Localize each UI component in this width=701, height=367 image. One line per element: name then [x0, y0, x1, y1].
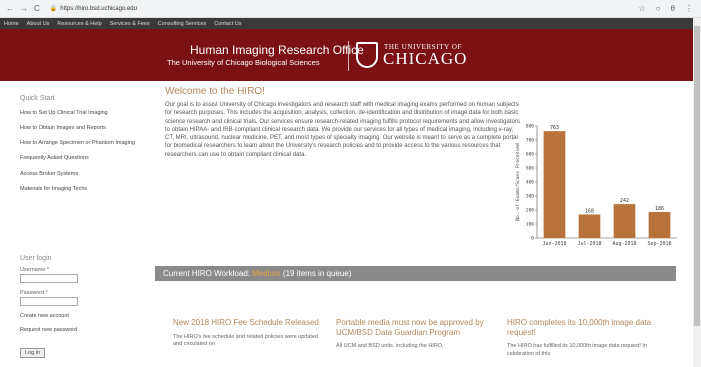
page-scrollbar[interactable]	[693, 18, 701, 367]
address-bar[interactable]: 🔒 https://hiro.bsd.uchicago.edu	[49, 5, 137, 13]
scrollbar-thumb[interactable]	[694, 26, 700, 326]
account-icon[interactable]: θ	[671, 4, 675, 13]
news-item: Portable media must now be approved by U…	[336, 318, 486, 351]
x-tick-label: Jul-2018	[577, 241, 601, 247]
extension-icon[interactable]: ○	[656, 4, 661, 13]
y-tick-label: 200	[526, 208, 535, 214]
bar-value-label: 168	[585, 208, 594, 214]
nav-resources-help[interactable]: Resources & Help	[57, 21, 101, 27]
reload-icon[interactable]: C	[34, 4, 40, 13]
bar-value-label: 242	[620, 198, 629, 204]
lock-icon: 🔒	[49, 6, 58, 12]
y-tick-label: 0	[531, 236, 534, 242]
forward-icon[interactable]: →	[20, 4, 28, 13]
workload-level: Medium	[252, 269, 281, 278]
x-tick-label: Sep-2018	[647, 241, 671, 247]
site-banner: Human Imaging Research Office The Univer…	[0, 29, 701, 81]
sidebar-link-imaging-techs[interactable]: Materials for Imaging Techs	[20, 186, 150, 193]
sidebar-link-access-broker[interactable]: Access Broker Systems	[20, 171, 150, 178]
y-tick-label: 500	[526, 166, 535, 172]
y-tick-label: 700	[526, 138, 535, 144]
menu-icon[interactable]: ⋮	[685, 4, 693, 13]
url-text[interactable]: https://hiro.bsd.uchicago.edu	[60, 6, 137, 12]
y-tick-label: 300	[526, 194, 535, 200]
y-tick-label: 100	[526, 222, 535, 228]
y-tick-label: 600	[526, 152, 535, 158]
news-body: The HIRO has fulfilled its 10,000th imag…	[507, 343, 648, 357]
workload-queue: (19 items in queue)	[282, 269, 352, 278]
username-field[interactable]	[20, 274, 78, 283]
login-button[interactable]: Log in	[20, 348, 45, 358]
sidebar-link-clinical-trial[interactable]: How to Set Up Clinical Trial Imaging	[20, 110, 150, 117]
nav-home[interactable]: Home	[4, 21, 19, 27]
login-heading: User login	[20, 255, 52, 262]
nav-about-us[interactable]: About Us	[27, 21, 50, 27]
welcome-heading: Welcome to the HIRO!	[165, 86, 265, 97]
sidebar-link-specimen-imaging[interactable]: How to Arrange Specimen or Phantom Imagi…	[20, 140, 150, 147]
x-tick-label: Aug-2018	[612, 241, 636, 247]
workload-prefix: Current HIRO Workload:	[163, 269, 250, 278]
intro-paragraph: Our goal is to assist University of Chic…	[165, 102, 520, 158]
sidebar-link-obtain-images[interactable]: How to Obtain Images and Reports	[20, 125, 150, 132]
workload-bar: Current HIRO Workload: Medium (19 items …	[155, 266, 676, 281]
bar-value-label: 763	[550, 125, 559, 131]
news-title[interactable]: Portable media must now be approved by U…	[336, 318, 486, 337]
quick-start-sidebar: Quick Start How to Set Up Clinical Trial…	[20, 95, 150, 201]
quick-start-heading: Quick Start	[20, 95, 55, 102]
university-crest-icon	[356, 42, 378, 68]
browser-toolbar: ← → C 🔒 https://hiro.bsd.uchicago.edu ☆ …	[0, 0, 701, 18]
news-title[interactable]: New 2018 HIRO Fee Schedule Released	[173, 318, 323, 328]
user-login-form: User login Username * Password * Create …	[20, 255, 150, 359]
news-body: All UCM and BSD units, including the HIR…	[336, 343, 444, 349]
banner-title[interactable]: Human Imaging Research Office	[190, 43, 364, 57]
news-title[interactable]: HIRO completes its 10,000th image data r…	[507, 318, 657, 337]
y-tick-label: 400	[526, 180, 535, 186]
university-name-bottom[interactable]: CHICAGO	[383, 49, 467, 69]
y-tick-label: 800	[526, 124, 535, 130]
nav-consulting-services[interactable]: Consulting Services	[158, 21, 207, 27]
exams-bar-chart: 0 100 200 300 400 500 600 700 800 No. of Exams/Sc…	[515, 124, 677, 247]
banner-subtitle: The University of Chicago Biological Sci…	[167, 58, 320, 67]
password-field[interactable]	[20, 297, 78, 306]
bar-value-label: 186	[655, 206, 664, 212]
chart-bar	[578, 214, 601, 238]
news-item: New 2018 HIRO Fee Schedule Released The …	[173, 318, 323, 349]
back-icon[interactable]: ←	[6, 4, 14, 13]
password-label: Password *	[20, 290, 48, 296]
banner-divider	[348, 41, 349, 71]
news-body: The HIRO's fee schedule and related poli…	[173, 333, 319, 348]
chart-bar	[543, 131, 566, 238]
sidebar-link-faq[interactable]: Frequently Asked Questions	[20, 155, 150, 162]
site-top-nav: Home About Us Resources & Help Services …	[0, 18, 701, 29]
chart-bar	[613, 204, 636, 238]
username-label: Username *	[20, 267, 50, 273]
y-axis-label: No. of Exams/Scans Processed	[515, 143, 521, 221]
request-password-link[interactable]: Request new password	[20, 327, 150, 333]
chart-bar	[648, 211, 671, 238]
create-account-link[interactable]: Create new account	[20, 313, 150, 319]
x-tick-label: Jun-2018	[542, 241, 566, 247]
news-item: HIRO completes its 10,000th image data r…	[507, 318, 657, 358]
nav-contact-us[interactable]: Contact Us	[214, 21, 241, 27]
bookmark-star-icon[interactable]: ☆	[639, 4, 646, 13]
nav-services-fees[interactable]: Services & Fees	[110, 21, 150, 27]
